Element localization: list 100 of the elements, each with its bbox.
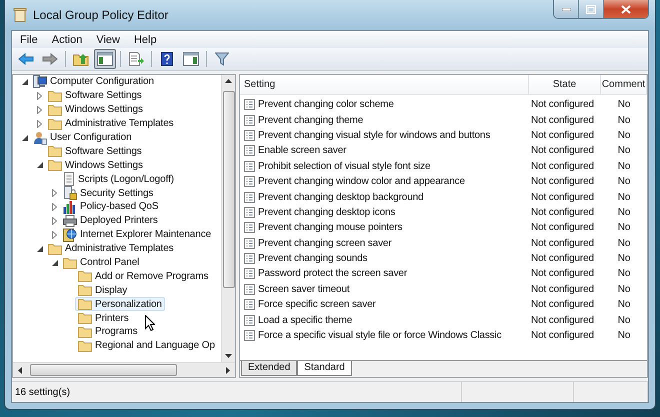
panel-icon[interactable]: [180, 49, 202, 69]
folder-icon: [48, 90, 62, 102]
expand-arrow-icon[interactable]: [52, 230, 57, 239]
menu-item[interactable]: Action: [46, 32, 88, 46]
state-cell-text: Not configured: [530, 130, 595, 141]
policy-setting-icon: [244, 160, 255, 172]
tree-item[interactable]: Software Settings: [45, 144, 145, 158]
comment-cell-text: No: [616, 145, 632, 156]
tree-item[interactable]: User Configuration: [30, 130, 135, 146]
tree-item[interactable]: Windows Settings: [45, 158, 146, 172]
globe-icon: [63, 228, 77, 242]
comment-cell-text: No: [616, 268, 632, 280]
policy-setting-icon: [244, 330, 255, 342]
scroll-left-icon: [18, 366, 22, 374]
minimize-button[interactable]: [554, 0, 579, 18]
state-cell-text: Not configured: [530, 222, 595, 234]
tree-item[interactable]: Security Settings: [60, 185, 156, 202]
column-header[interactable]: State: [529, 75, 601, 94]
tree-item[interactable]: Personalization: [75, 297, 165, 312]
show-tree-icon[interactable]: [94, 49, 116, 69]
expand-arrow-icon[interactable]: [37, 106, 42, 114]
expand-arrow-icon[interactable]: [52, 189, 57, 198]
state-cell-text: Not configured: [530, 206, 595, 218]
tree-item[interactable]: Regional and Language Op: [75, 338, 218, 353]
state-cell-text: Not configured: [530, 99, 595, 110]
folder-icon: [63, 256, 77, 269]
tree-item[interactable]: Deployed Printers: [60, 214, 161, 228]
tree-item[interactable]: Computer Configuration: [30, 75, 157, 90]
close-button[interactable]: [604, 0, 648, 18]
setting-name: Load a specific theme: [258, 314, 352, 326]
menu-item[interactable]: View: [90, 32, 126, 46]
scroll-down-icon: [225, 354, 232, 358]
user-icon: [33, 130, 47, 145]
lock-document-icon: [63, 186, 77, 200]
folder-icon: [78, 326, 92, 338]
setting-name: Prevent changing window color and appearance: [258, 176, 465, 188]
view-tab[interactable]: Extended: [241, 361, 298, 376]
state-cell-text: Not configured: [530, 176, 595, 188]
scrollbar-thumb[interactable]: [222, 91, 234, 288]
setting-name: Password protect the screen saver: [258, 268, 408, 280]
tree-item[interactable]: Printers: [75, 311, 132, 326]
comment-cell-text: No: [616, 176, 632, 188]
expand-arrow-icon[interactable]: [37, 92, 42, 100]
policy-setting-icon: [244, 299, 255, 310]
tree-item[interactable]: Policy-based QoS: [60, 198, 162, 215]
state-cell-text: Not configured: [530, 145, 595, 156]
tree-item[interactable]: Software Settings: [45, 88, 145, 103]
policy-setting-icon: [244, 222, 255, 234]
vertical-scrollbar[interactable]: [221, 75, 235, 362]
menu-item[interactable]: File: [14, 32, 44, 46]
expand-arrow-icon[interactable]: [52, 202, 57, 211]
collapse-arrow-icon[interactable]: [22, 78, 28, 85]
bar-chart-icon: [63, 200, 77, 214]
minimize-icon: [562, 8, 570, 10]
policy-setting-icon: [244, 145, 255, 156]
tree-item[interactable]: Windows Settings: [45, 102, 146, 117]
state-cell-text: Not configured: [530, 160, 595, 172]
column-header[interactable]: Comment: [601, 75, 647, 94]
folder-icon: [78, 340, 92, 352]
setting-name: Prevent changing screen saver: [258, 238, 392, 249]
collapse-arrow-icon[interactable]: [52, 260, 58, 266]
setting-name: Prevent changing mouse pointers: [258, 222, 402, 234]
folder-icon: [48, 104, 62, 116]
script-icon: [63, 172, 75, 186]
collapse-arrow-icon[interactable]: [22, 134, 28, 140]
folder-icon: [48, 159, 62, 172]
tree-item[interactable]: Scripts (Logon/Logoff): [60, 171, 178, 188]
setting-name: Force a specific visual style file or force Windows Classic: [258, 330, 502, 342]
horizontal-scrollbar[interactable]: [13, 362, 235, 377]
folder-icon: [48, 118, 62, 130]
tree-item[interactable]: Control Panel: [60, 256, 142, 270]
view-tab[interactable]: Standard: [297, 361, 352, 376]
tree-item[interactable]: Display: [75, 283, 130, 298]
policy-setting-icon: [244, 268, 255, 280]
column-header[interactable]: Setting: [240, 75, 529, 94]
mouse-pointer-icon: [145, 315, 155, 331]
tree-item[interactable]: Programs: [75, 324, 141, 339]
state-cell-text: Not configured: [530, 192, 595, 203]
state-cell-text: Not configured: [530, 314, 595, 326]
folder-icon: [78, 270, 92, 282]
scrollbar-thumb[interactable]: [30, 364, 177, 376]
policy-setting-icon: [244, 253, 255, 264]
tree-item[interactable]: Add or Remove Programs: [75, 269, 212, 284]
policy-setting-icon: [244, 238, 255, 249]
setting-name: Prohibit selection of visual style font size: [258, 160, 430, 172]
folder-icon: [48, 145, 62, 158]
tree-item[interactable]: Administrative Templates: [45, 242, 177, 256]
menu-item[interactable]: Help: [128, 32, 163, 46]
window-title: Local Group Policy Editor: [33, 8, 168, 22]
comment-cell-text: No: [616, 253, 632, 264]
maximize-button[interactable]: [579, 0, 604, 18]
tree-item[interactable]: Internet Explorer Maintenance: [60, 226, 214, 243]
folder-icon: [48, 242, 62, 255]
expand-arrow-icon[interactable]: [52, 216, 57, 225]
collapse-arrow-icon[interactable]: [36, 162, 42, 168]
policy-setting-icon: [244, 130, 255, 141]
expand-arrow-icon[interactable]: [37, 120, 42, 128]
policy-setting-icon: [244, 206, 255, 218]
tree-item[interactable]: Administrative Templates: [45, 116, 177, 131]
collapse-arrow-icon[interactable]: [36, 246, 42, 252]
